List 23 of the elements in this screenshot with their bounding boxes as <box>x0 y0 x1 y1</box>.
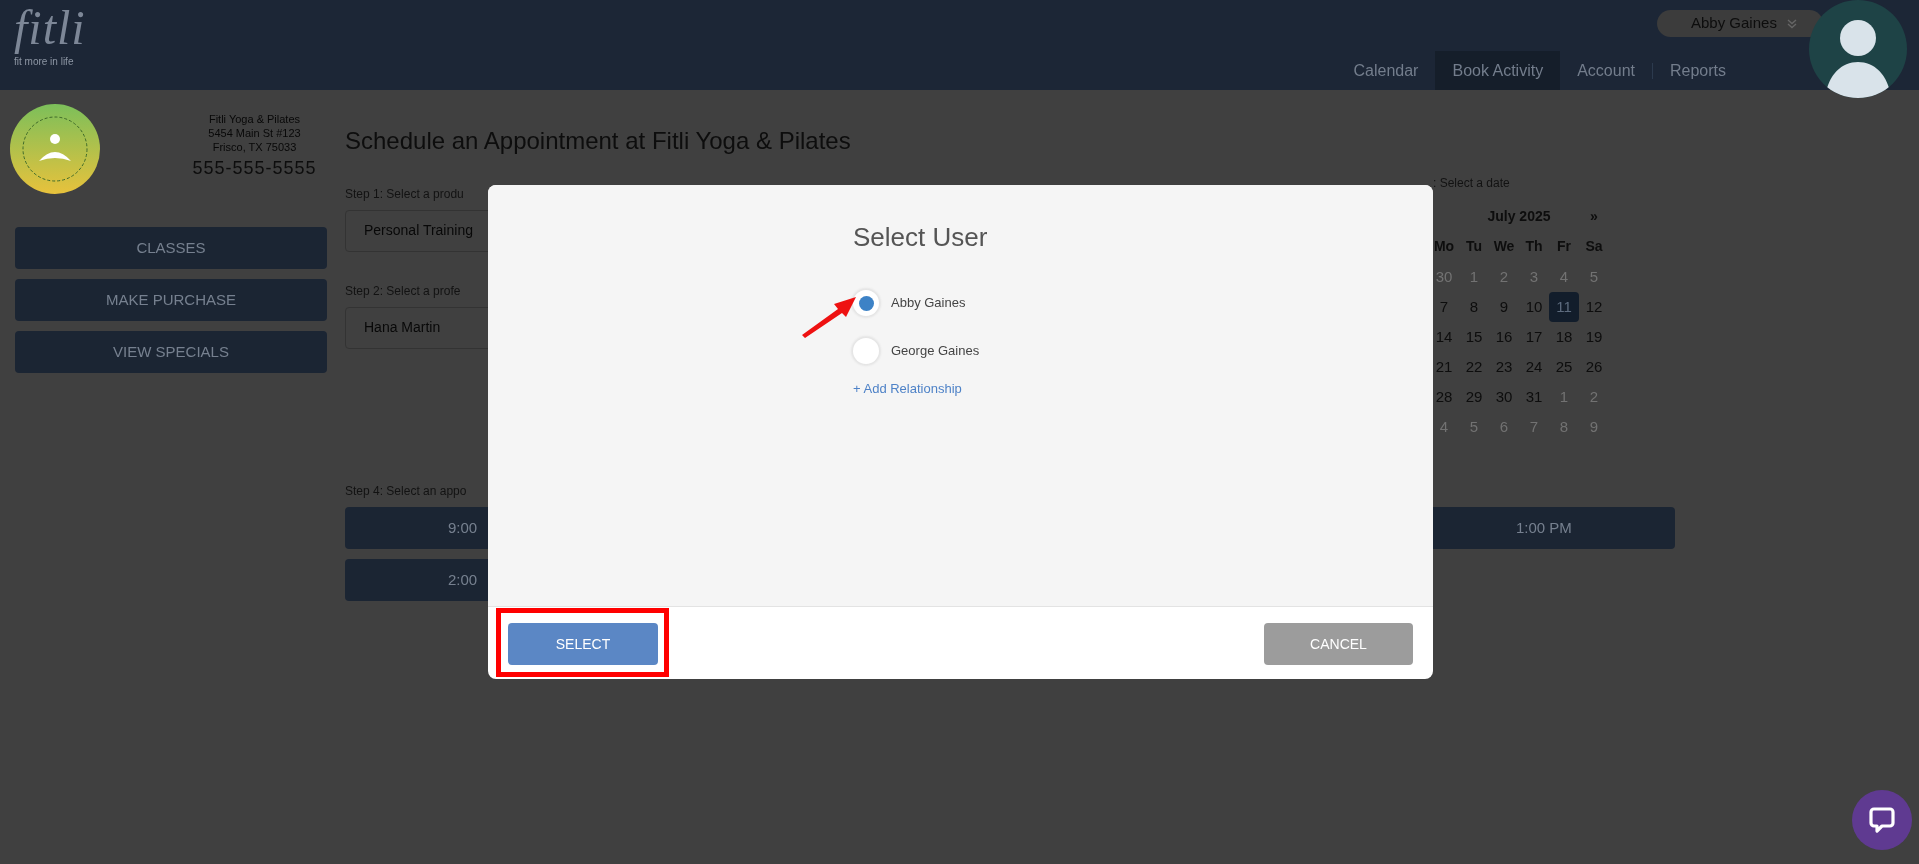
user-option-label[interactable]: George Gaines <box>891 341 980 361</box>
sidebar-button[interactable]: MAKE PURCHASE <box>15 279 327 321</box>
chat-bubble-icon <box>1868 806 1896 834</box>
select-button[interactable]: SELECT <box>508 623 658 665</box>
nav-tab[interactable]: Reports <box>1652 51 1743 90</box>
nav-tab[interactable]: Account <box>1560 51 1652 90</box>
add-relationship-link[interactable]: + Add Relationship <box>853 379 962 399</box>
pointer-arrow <box>800 294 858 338</box>
chevron-icon <box>1787 18 1797 29</box>
logo-tagline: fit more in life <box>14 56 74 69</box>
user-option-label[interactable]: Abby Gaines <box>891 293 966 313</box>
sidebar-button[interactable]: CLASSES <box>15 227 327 269</box>
chat-button[interactable] <box>1852 790 1912 850</box>
cancel-button[interactable]: CANCEL <box>1264 623 1413 665</box>
next-month-button[interactable]: » <box>1579 201 1609 232</box>
logo-text[interactable]: fitli <box>14 0 92 56</box>
sidebar-button[interactable]: VIEW SPECIALS <box>15 331 327 373</box>
nav-tab[interactable]: Book Activity <box>1435 51 1561 90</box>
radio-button[interactable] <box>853 290 879 316</box>
nav-tab[interactable]: Calendar <box>1336 51 1436 90</box>
calendar-day[interactable]: 11 <box>1549 291 1579 322</box>
radio-button[interactable] <box>853 338 879 364</box>
modal-title: Select User <box>853 221 989 254</box>
